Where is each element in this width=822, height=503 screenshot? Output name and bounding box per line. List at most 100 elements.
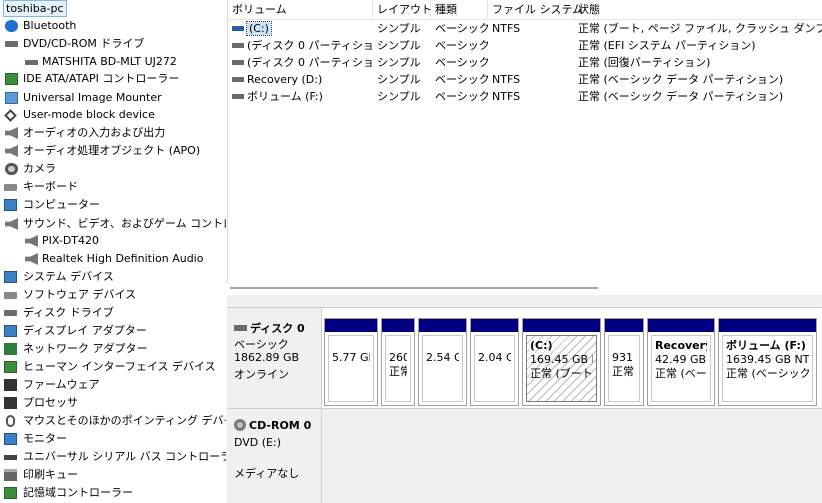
cd-rom-icon: [234, 419, 246, 431]
volume-layout: シンプル: [377, 90, 421, 103]
optical-drive-icon: [25, 60, 38, 65]
system-device-icon: [4, 271, 17, 283]
horizontal-scrollbar[interactable]: [230, 287, 598, 289]
disk0-size: 1862.89 GB: [234, 351, 300, 364]
partition-status: 正常 (ベーシ: [655, 367, 707, 380]
tree-item-label: Universal Image Mounter: [23, 91, 162, 104]
volume-icon: [232, 59, 244, 65]
tree-item-label: ネットワーク アダプター: [23, 342, 148, 355]
hid-icon: [4, 361, 17, 373]
volume-icon: [232, 42, 244, 48]
partition-bar: [523, 319, 600, 332]
partition-size: 2.04 GE: [478, 351, 511, 364]
volume-icon: [232, 93, 244, 99]
volume-layout: シンプル: [377, 39, 421, 52]
partition-block-recovery[interactable]: Recovery 42.49 GB N 正常 (ベーシ: [647, 318, 715, 406]
partition-block[interactable]: 5.77 GB: [324, 318, 378, 406]
ide-controller-icon: [5, 73, 18, 85]
partition-block[interactable]: 2.54 GE: [418, 318, 467, 406]
dvd-drive-icon: [5, 41, 18, 47]
column-header-layout[interactable]: レイアウト: [373, 0, 432, 20]
partition-block[interactable]: 2.04 GE: [470, 318, 519, 406]
partition-status: 正常 (ブート, ベ: [530, 367, 593, 380]
disk-map[interactable]: ディスク 0 ベーシック 1862.89 GB オンライン 5.77 GB 26…: [227, 295, 822, 503]
partition-block-f[interactable]: ボリューム (F:) 1639.45 GB NTFS 正常 (ベーシック ラ: [718, 318, 817, 406]
partition-size: 5.77 GB: [332, 351, 370, 364]
firmware-icon: [4, 379, 17, 391]
volume-fs: NTFS: [492, 90, 521, 103]
device-tree[interactable]: toshiba-pc Bluetooth DVD/CD-ROM ドライブ MAT…: [0, 0, 226, 503]
disk-drive-icon: [4, 310, 17, 316]
disk0-state: オンライン: [234, 368, 289, 381]
keyboard-icon: [4, 184, 17, 191]
tree-item-label: ヒューマン インターフェイス デバイス: [23, 360, 216, 373]
volume-name: (ディスク 0 パーティション 2): [247, 39, 373, 52]
column-header-status[interactable]: 状態: [574, 0, 822, 20]
display-adapter-icon: [4, 325, 17, 337]
tree-item-label: 印刷キュー: [23, 468, 78, 481]
partition-status: 正常 (: [612, 365, 636, 378]
audio-apo-icon: [5, 145, 18, 157]
cdrom0-label[interactable]: CD-ROM 0 DVD (E:) メディアなし: [227, 408, 322, 503]
volume-status: 正常 (ブート, ページ ファイル, クラッシュ ダンプ, ベーシ: [578, 22, 822, 35]
tree-item-label: システム デバイス: [23, 270, 114, 283]
usb-controller-icon: [4, 455, 17, 460]
monitor-icon: [4, 433, 17, 445]
tree-item-label: サウンド、ビデオ、およびゲーム コントローラー: [23, 217, 226, 230]
volume-fs: NTFS: [492, 22, 521, 35]
tree-item-label: マウスとそのほかのポインティング デバイス: [23, 414, 226, 427]
volume-row[interactable]: (ディスク 0 パーティション 2) シンプル ベーシック 正常 (EFI シス…: [228, 37, 822, 54]
volume-status: 正常 (EFI システム パーティション): [578, 39, 756, 52]
column-header-volume[interactable]: ボリューム: [228, 0, 373, 20]
volume-row[interactable]: (ディスク 0 パーティション 7) シンプル ベーシック 正常 (回復パーティ…: [228, 54, 822, 71]
pane-splitter[interactable]: [227, 295, 822, 307]
bluetooth-icon: [5, 20, 18, 32]
tree-item-label: カメラ: [23, 162, 56, 175]
hard-disk-icon: [234, 325, 247, 331]
tree-item-label: ディスプレイ アダプター: [23, 324, 147, 337]
volume-list[interactable]: ボリューム レイアウト 種類 ファイル システム 状態 (C:) シンプル ベー…: [227, 0, 822, 289]
volume-layout: シンプル: [377, 73, 421, 86]
volume-type: ベーシック: [435, 22, 488, 35]
volume-row[interactable]: Recovery (D:) シンプル ベーシック NTFS 正常 (ベーシック …: [228, 71, 822, 88]
column-header-type[interactable]: 種類: [431, 0, 488, 20]
disk0-label[interactable]: ディスク 0 ベーシック 1862.89 GB オンライン: [227, 308, 322, 408]
tree-root-label: toshiba-pc: [3, 0, 67, 17]
volume-layout: シンプル: [377, 56, 421, 69]
partition-block-c[interactable]: (C:) 169.45 GB N 正常 (ブート, ベ: [522, 318, 601, 406]
block-device-icon: [4, 109, 17, 122]
partition-title: ボリューム (F:): [726, 339, 806, 352]
partition-size: 2.54 GE: [426, 351, 459, 364]
partition-size: 260: [389, 351, 407, 364]
partition-block[interactable]: 931 M 正常 (: [604, 318, 644, 406]
volume-name: (C:): [246, 21, 272, 36]
volume-icon: [232, 25, 244, 31]
image-mounter-icon: [5, 92, 18, 104]
tree-item-label: オーディオ処理オブジェクト (APO): [23, 144, 201, 157]
mouse-icon: [6, 415, 15, 427]
tree-item-label: ユニバーサル シリアル バス コントローラー: [23, 450, 226, 463]
network-adapter-icon: [4, 343, 17, 355]
volume-fs: [488, 37, 574, 54]
partition-block[interactable]: 260 正常: [381, 318, 415, 406]
camera-icon: [5, 163, 18, 175]
tree-item-label: Bluetooth: [23, 19, 77, 32]
tree-item-label: MATSHITA BD-MLT UJ272: [42, 55, 177, 68]
partition-bar: [382, 319, 414, 332]
volume-row[interactable]: ボリューム (F:) シンプル ベーシック NTFS 正常 (ベーシック データ…: [228, 88, 822, 105]
audio-io-icon: [5, 127, 18, 139]
volume-row[interactable]: (C:) シンプル ベーシック NTFS 正常 (ブート, ページ ファイル, …: [228, 20, 822, 37]
column-header-filesystem[interactable]: ファイル システム: [488, 0, 583, 20]
partition-bar: [325, 319, 377, 332]
speaker-icon: [25, 235, 38, 247]
volume-fs: NTFS: [492, 73, 521, 86]
partition-bar: [419, 319, 466, 332]
tree-item-label: Realtek High Definition Audio: [42, 252, 204, 265]
tree-item-label: ファームウェア: [23, 378, 100, 391]
volume-type: ベーシック: [435, 39, 488, 52]
tree-item-label: オーディオの入力および出力: [23, 126, 166, 139]
computer-icon: [4, 199, 17, 211]
volume-status: 正常 (ベーシック データ パーティション): [578, 90, 784, 103]
partition-title: (C:): [530, 339, 553, 352]
tree-item-label: プロセッサ: [23, 396, 78, 409]
